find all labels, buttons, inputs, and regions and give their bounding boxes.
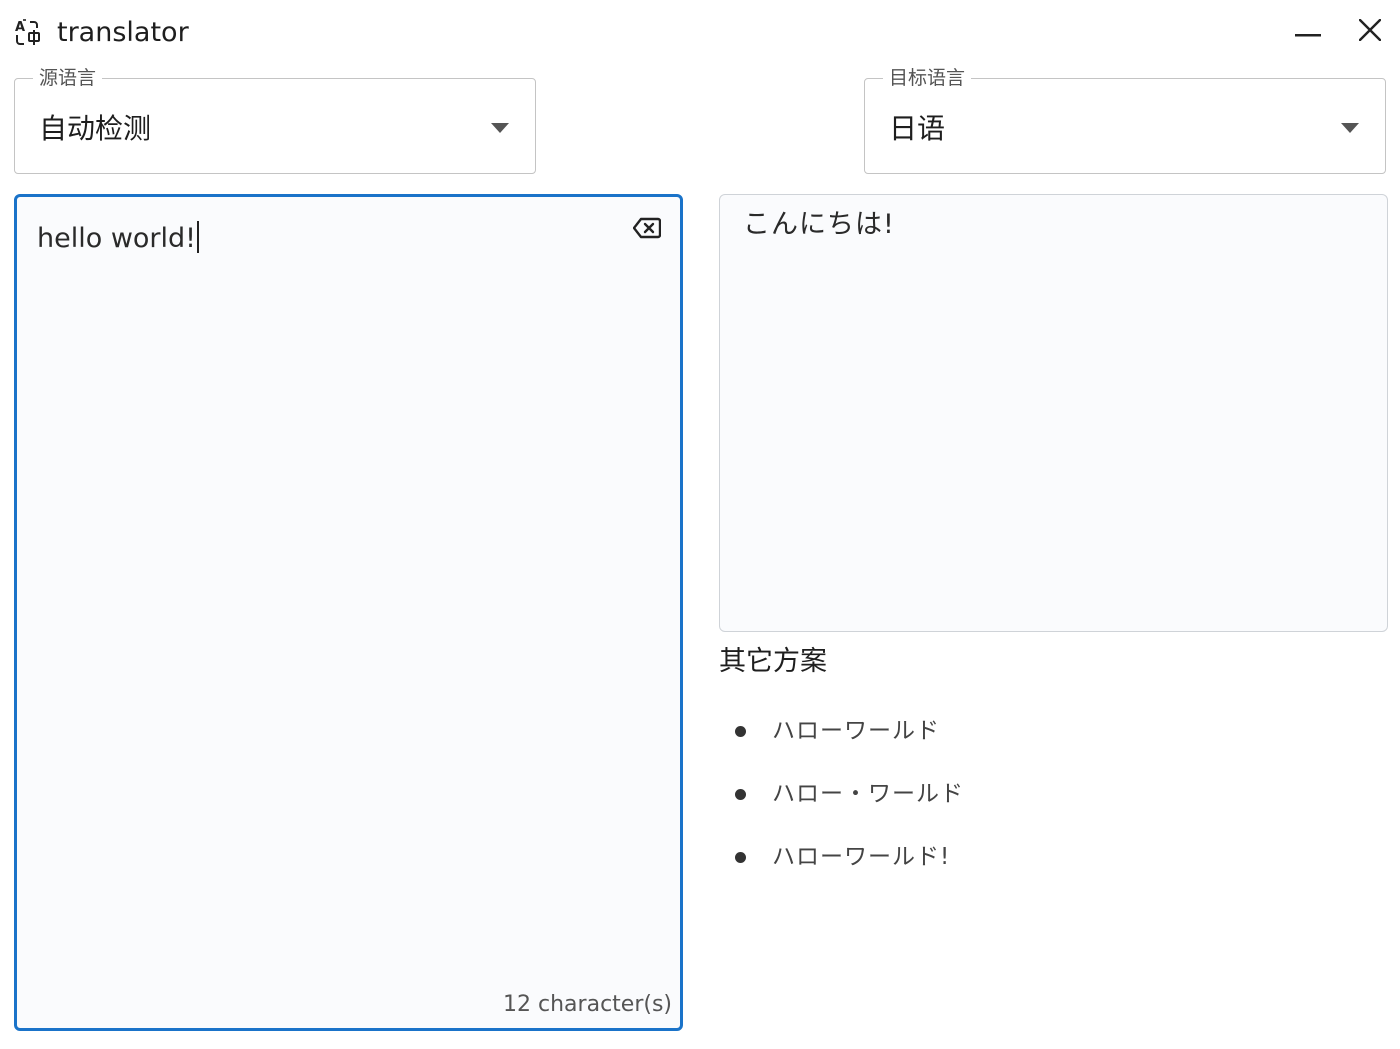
clear-input-button[interactable]	[632, 215, 662, 245]
source-language-label: 源语言	[33, 65, 103, 91]
translation-text: こんにちは!	[743, 209, 895, 240]
svg-text:A: A	[15, 20, 25, 35]
app-title: translator	[57, 17, 189, 48]
source-language-value: 自动检测	[39, 112, 152, 145]
alternative-item[interactable]: ハローワールド	[735, 712, 964, 775]
translate-icon: A	[14, 18, 44, 48]
character-count: 12 character(s)	[503, 992, 672, 1017]
source-text-value: hello world!	[37, 223, 196, 254]
text-cursor	[197, 221, 199, 253]
alternative-text: ハローワールド	[772, 718, 940, 744]
backspace-clear-icon	[632, 217, 662, 243]
alternative-text: ハローワールド!	[772, 844, 951, 870]
alternatives-title: 其它方案	[719, 646, 827, 677]
target-language-label: 目标语言	[883, 65, 972, 91]
alternative-item[interactable]: ハロー・ワールド	[735, 775, 964, 838]
close-icon	[1358, 18, 1382, 45]
bullet-icon	[735, 789, 746, 800]
title-bar: A translator	[0, 0, 1400, 64]
source-text-input[interactable]: hello world! 12 character(s)	[14, 194, 683, 1031]
chevron-down-icon	[491, 123, 509, 133]
translation-output[interactable]: こんにちは!	[719, 194, 1388, 632]
target-language-select[interactable]: 目标语言 日语	[864, 65, 1386, 174]
source-text-content: hello world!	[37, 219, 199, 259]
source-language-select[interactable]: 源语言 自动检测	[14, 65, 536, 174]
minimize-button[interactable]	[1288, 12, 1328, 52]
minimize-icon	[1295, 23, 1321, 42]
bullet-icon	[735, 852, 746, 863]
alternatives-list: ハローワールド ハロー・ワールド ハローワールド!	[735, 712, 964, 901]
bullet-icon	[735, 726, 746, 737]
chevron-down-icon	[1341, 123, 1359, 133]
close-button[interactable]	[1350, 12, 1390, 52]
alternative-text: ハロー・ワールド	[772, 781, 964, 807]
target-language-value: 日语	[889, 112, 946, 145]
alternative-item[interactable]: ハローワールド!	[735, 838, 964, 901]
